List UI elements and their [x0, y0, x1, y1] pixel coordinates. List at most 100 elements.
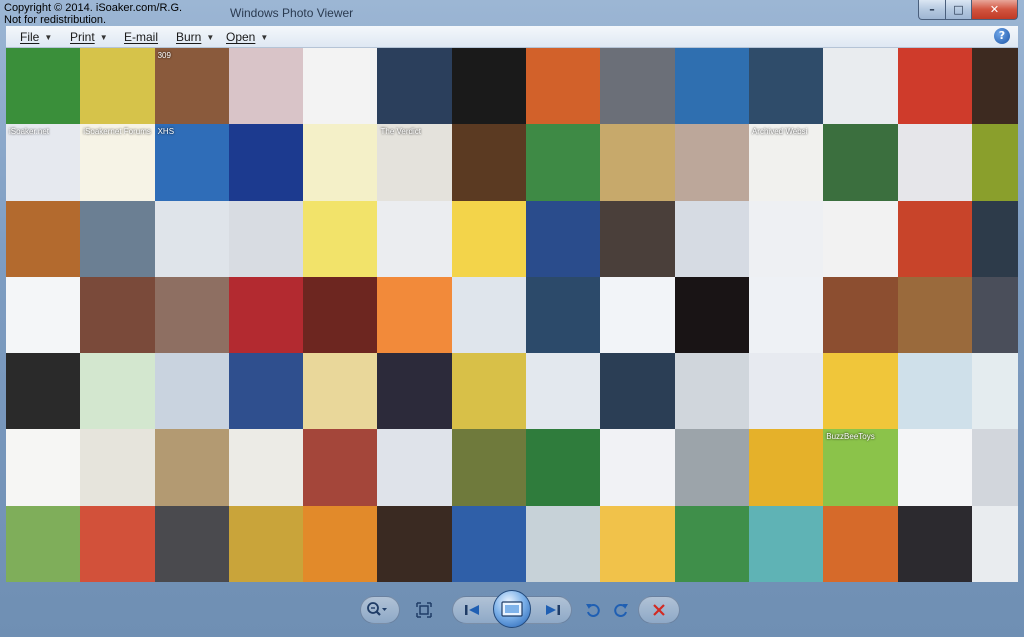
- mosaic-tile: [971, 505, 1018, 582]
- mosaic-tile: [228, 276, 304, 354]
- mosaic-tile: 309: [154, 48, 229, 125]
- mosaic-tile: [600, 353, 675, 430]
- mosaic-tile: [823, 200, 898, 277]
- mosaic-tile: [971, 200, 1018, 277]
- mosaic-tile: [823, 353, 898, 430]
- mosaic-tile-text: iSoakernet Forums: [83, 127, 151, 137]
- mosaic-tile: [674, 200, 749, 277]
- mosaic-tile: [80, 505, 155, 582]
- slideshow-icon: [501, 601, 523, 617]
- mosaic-tile: [303, 429, 378, 506]
- mosaic-tile: [823, 48, 898, 125]
- menu-file[interactable]: File ▼: [20, 30, 52, 44]
- mosaic-tile: [451, 505, 527, 582]
- previous-icon: [465, 605, 479, 615]
- menu-print-label: Print: [70, 30, 95, 44]
- menu-print[interactable]: Print ▼: [70, 30, 108, 44]
- rotate-clockwise-button[interactable]: [610, 599, 632, 621]
- title-bar[interactable]: Copyright © 2014. iSoaker.com/R.G. Not f…: [0, 0, 1024, 26]
- mosaic-tile: [228, 124, 304, 201]
- mosaic-tile: [6, 48, 81, 125]
- mosaic-tile: [674, 429, 749, 506]
- actual-size-button[interactable]: [413, 599, 435, 621]
- previous-button[interactable]: [461, 599, 483, 621]
- image-display-area[interactable]: 309 iSoaker.net iSoakernet Forums XHS The Ve…: [6, 48, 1018, 582]
- copyright-watermark: Copyright © 2014. iSoaker.com/R.G. Not f…: [4, 2, 182, 26]
- copyright-line-1: Copyright © 2014. iSoaker.com/R.G.: [4, 2, 183, 14]
- copyright-line-2: Not for redistribution.: [4, 14, 107, 26]
- mosaic-tile: [897, 200, 972, 277]
- mosaic-tile: [526, 505, 601, 582]
- mosaic-tile: [674, 505, 749, 582]
- menu-burn[interactable]: Burn ▼: [176, 30, 214, 44]
- mosaic-tile: [154, 505, 229, 582]
- mosaic-tile: [748, 353, 824, 430]
- mosaic-tile: [526, 48, 601, 125]
- menu-email-label: E-mail: [124, 30, 159, 44]
- mosaic-tile: [303, 124, 378, 201]
- mosaic-tile: [897, 505, 972, 582]
- mosaic-tile: [451, 276, 527, 354]
- mosaic-tile-text: The Verdict: [380, 127, 421, 137]
- menu-open-label: Open: [226, 30, 256, 44]
- rotate-counterclockwise-button[interactable]: [582, 599, 604, 621]
- mosaic-tile: XHS: [154, 124, 229, 201]
- mosaic-tile: [303, 276, 378, 354]
- mosaic-tile: [674, 48, 749, 125]
- mosaic-tile: [748, 505, 824, 582]
- mosaic-tile: [897, 48, 972, 125]
- mosaic-tile-text: Archived Websi: [751, 127, 808, 137]
- menu-open[interactable]: Open ▼: [226, 30, 268, 44]
- mosaic-tile: [451, 48, 527, 125]
- slideshow-button[interactable]: [493, 590, 531, 628]
- mosaic-tile: [80, 48, 155, 125]
- mosaic-tile: [600, 200, 675, 277]
- mosaic-tile-text: 309: [157, 51, 171, 60]
- mosaic-tile: [228, 200, 304, 277]
- mosaic-tile: [600, 276, 675, 354]
- mosaic-tile: [897, 429, 972, 506]
- next-icon: [546, 605, 560, 615]
- next-button[interactable]: [542, 599, 564, 621]
- close-button[interactable]: ✕: [972, 0, 1018, 20]
- mosaic-tile: [897, 276, 972, 354]
- mosaic-tile: [600, 505, 675, 582]
- mosaic-tile: [971, 429, 1018, 506]
- mosaic-tile: [6, 276, 81, 354]
- mosaic-tile: [154, 276, 229, 354]
- mosaic-tile: [451, 353, 527, 430]
- photo-mosaic: 309 iSoaker.net iSoakernet Forums XHS The Ve…: [6, 48, 1018, 582]
- mosaic-tile: [377, 353, 452, 430]
- mosaic-tile: [303, 48, 378, 125]
- mosaic-tile: [377, 48, 452, 125]
- menu-burn-label: Burn: [176, 30, 202, 44]
- mosaic-tile-text: iSoaker.net: [9, 127, 50, 137]
- menu-email[interactable]: E-mail: [124, 30, 158, 44]
- mosaic-tile: [748, 429, 824, 506]
- mosaic-tile: [228, 48, 304, 125]
- mosaic-tile: [526, 200, 601, 277]
- mosaic-tile: [674, 353, 749, 430]
- maximize-button[interactable]: □: [946, 0, 972, 20]
- mosaic-tile-text: XHS: [157, 127, 175, 137]
- delete-button[interactable]: [648, 599, 670, 621]
- mosaic-tile: [80, 200, 155, 277]
- rotate-left-icon: [586, 604, 600, 617]
- zoom-button[interactable]: [366, 599, 388, 621]
- mosaic-tile: [377, 505, 452, 582]
- mosaic-tile: [823, 276, 898, 354]
- mosaic-tile: BuzzBeeToys: [823, 429, 898, 506]
- minimize-button[interactable]: –: [918, 0, 946, 20]
- mosaic-tile: [451, 429, 527, 506]
- help-icon[interactable]: ?: [994, 28, 1010, 44]
- mosaic-tile: [674, 124, 749, 201]
- mosaic-tile: [303, 353, 378, 430]
- mosaic-tile: [154, 353, 229, 430]
- mosaic-tile: [451, 200, 527, 277]
- mosaic-tile: [971, 48, 1018, 125]
- mosaic-tile: [154, 200, 229, 277]
- mosaic-tile: [6, 505, 81, 582]
- mosaic-tile: [823, 124, 898, 201]
- mosaic-tile: [971, 353, 1018, 430]
- menu-bar: File ▼ Print ▼ E-mail Burn ▼ Open ▼ ?: [6, 26, 1018, 48]
